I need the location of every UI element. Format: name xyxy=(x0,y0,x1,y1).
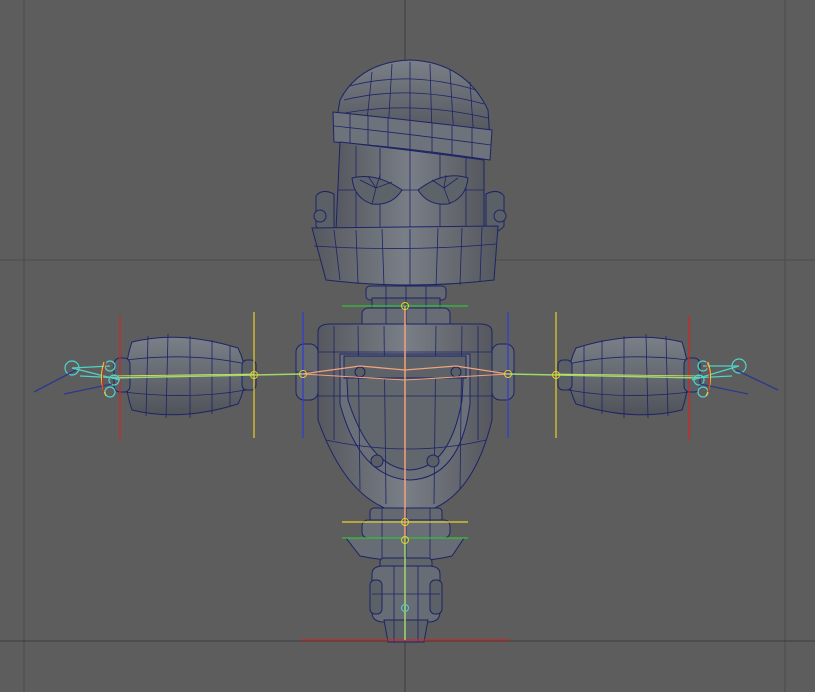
ik-handle-icon[interactable] xyxy=(691,358,779,398)
viewport-panel[interactable] xyxy=(0,0,815,692)
ik-handle-icon[interactable] xyxy=(33,360,121,398)
robot-head[interactable] xyxy=(311,59,507,288)
3d-scene[interactable] xyxy=(0,0,815,692)
